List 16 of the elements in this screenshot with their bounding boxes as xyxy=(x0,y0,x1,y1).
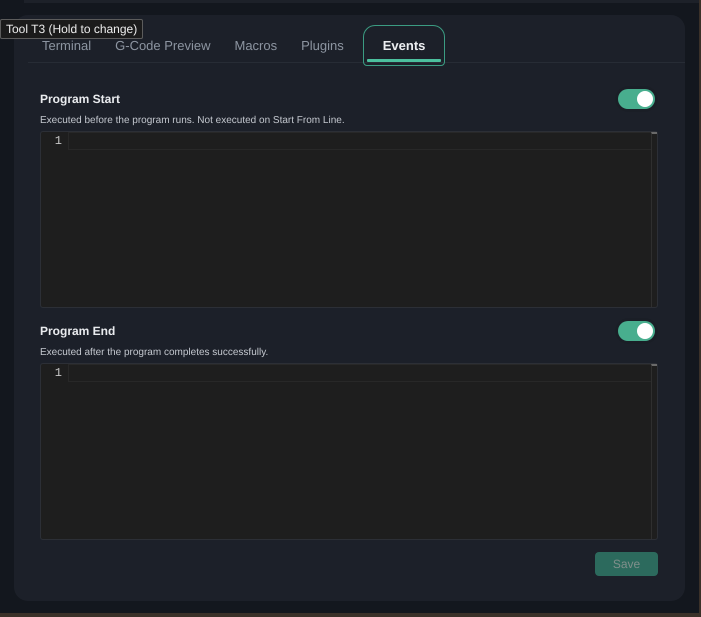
tab[interactable]: Events xyxy=(362,25,446,66)
line-number: 1 xyxy=(54,365,63,382)
tab[interactable]: Macros xyxy=(224,37,288,55)
toggle-switch[interactable] xyxy=(618,321,655,341)
event-description: Executed before the program runs. Not executed on Start From Line. xyxy=(40,115,346,127)
tab[interactable]: G-Code Preview xyxy=(104,37,222,55)
tooltip: Tool T3 (Hold to change) xyxy=(0,19,144,39)
line-number: 1 xyxy=(54,133,63,150)
event-title: Program End xyxy=(40,324,116,338)
code-editor[interactable]: 1 xyxy=(40,131,658,308)
toggle-switch[interactable] xyxy=(618,89,655,109)
code-editor[interactable]: 1 xyxy=(40,363,658,540)
event-title: Program Start xyxy=(40,92,120,106)
tab[interactable]: Terminal xyxy=(31,37,102,55)
event-description: Executed after the program completes successfully. xyxy=(40,347,270,359)
tab[interactable]: Plugins xyxy=(290,37,355,55)
